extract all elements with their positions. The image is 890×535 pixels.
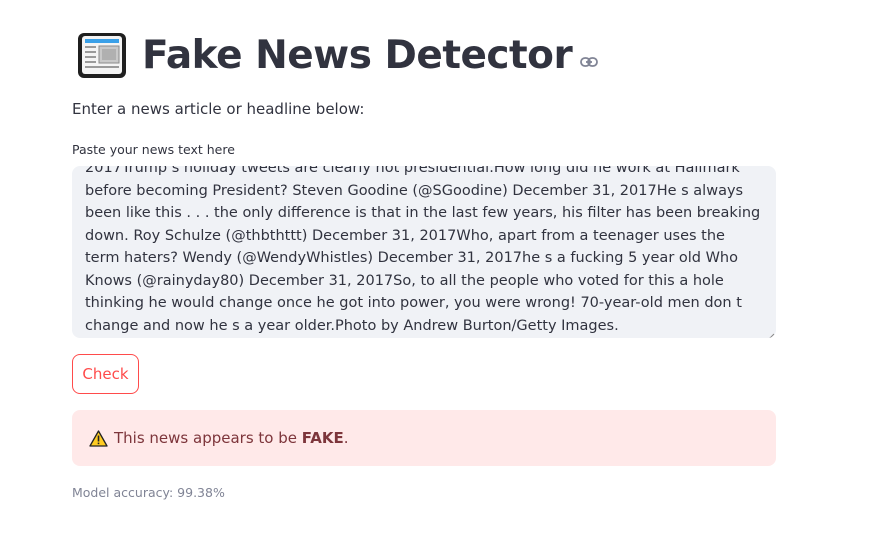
result-alert: This news appears to be FAKE. [72,410,776,466]
result-message: This news appears to be FAKE. [114,429,349,447]
result-prefix: This news appears to be [114,429,302,447]
news-textarea[interactable]: 2017Trump s holiday tweets are clearly n… [72,166,776,338]
result-suffix: . [343,429,349,447]
news-input-label: Paste your news text here [72,142,235,157]
page-header: Fake News Detector [76,28,599,82]
result-verdict: FAKE [301,429,344,447]
accuracy-caption: Model accuracy: 99.38% [72,485,225,500]
page-title: Fake News Detector [142,32,573,78]
warning-icon [89,429,108,447]
resize-handle-icon[interactable] [765,327,775,338]
link-icon[interactable] [580,53,599,67]
intro-text: Enter a news article or headline below: [72,100,365,118]
news-textarea-value[interactable]: 2017Trump s holiday tweets are clearly n… [85,166,761,337]
check-button[interactable]: Check [72,354,139,394]
newspaper-icon [76,30,128,80]
